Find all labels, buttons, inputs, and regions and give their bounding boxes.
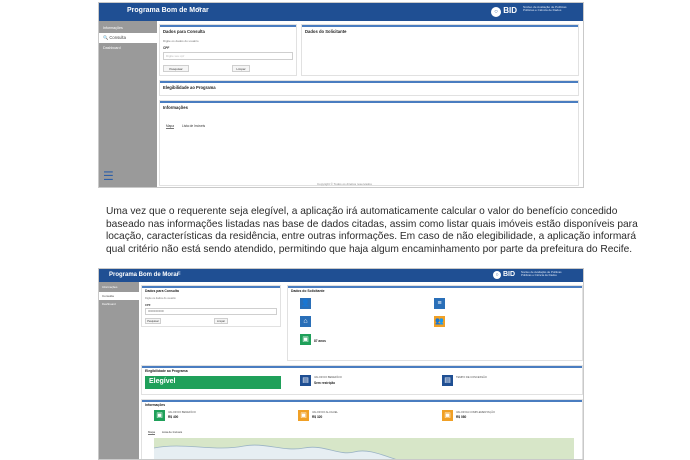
list-icon: ≡	[434, 298, 445, 309]
paragraph-line: Uma vez que o requerente seja elegível, …	[106, 206, 618, 217]
elegibilidade-panel: Elegibilidade ao Programa Elegível ▤ VAL…	[141, 365, 583, 395]
info-tile-value: R$ 400	[168, 415, 179, 419]
body-paragraph: Uma vez que o requerente seja elegível, …	[106, 206, 638, 256]
paragraph-line: baseado nas informações listadas nas bas…	[106, 218, 638, 230]
main-area: Dados para Consulta Digite os dados do u…	[139, 282, 583, 459]
clipboard-icon: ▤	[300, 375, 311, 386]
panel-title: Dados para Consulta	[145, 289, 179, 293]
cash-icon: ▣	[154, 410, 165, 421]
panel-accent-bar	[160, 81, 578, 83]
sidebar-item-consulta[interactable]: 🔍 Consulta	[99, 33, 157, 43]
top-bar: Programa Bom de Morar ≡ ○ BID Núcleo de …	[99, 269, 583, 282]
main-area: Dados para Consulta Digite os dados do u…	[157, 21, 583, 187]
document-icon: ▤	[442, 375, 453, 386]
dados-consulta-panel: Dados para Consulta Digite os dados do u…	[159, 24, 297, 76]
info-tile-value: R$ 080	[456, 415, 467, 419]
panel-title: Dados do Solicitante	[291, 289, 325, 293]
panel-accent-bar	[288, 286, 582, 288]
paragraph-line: qual critério não está sendo atendido, p…	[106, 243, 633, 255]
home-icon: ⌂	[300, 316, 311, 327]
cpf-input[interactable]: Digite seu cpf	[163, 52, 293, 60]
eleg-tile-label: TEMPO DE CONCESSÃO	[456, 376, 487, 379]
map-view[interactable]	[154, 438, 574, 459]
panel-accent-bar	[160, 25, 296, 27]
sidebar-item-dashboard[interactable]: Dashboard	[99, 44, 157, 53]
info-tile-value: R$ 320	[312, 415, 323, 419]
limpar-button[interactable]: Limpar	[232, 65, 250, 72]
cpf-input[interactable]: 00000000000	[145, 308, 277, 315]
eleg-tile-label: VALOR DO BENEFÍCIO	[314, 376, 342, 379]
menu-toggle-icon[interactable]: ≡	[177, 271, 181, 277]
dados-solicitante-panel: Dados do Solicitante 👤 ≡ ⌂ 👥 ▣ 87 anos	[287, 285, 583, 361]
idade-value: 87 anos	[314, 339, 326, 343]
money-icon: ▣	[300, 334, 311, 345]
hint-text: Digite os dados do usuário	[163, 39, 199, 43]
cpf-label: CPF	[163, 46, 170, 50]
panel-accent-bar	[160, 101, 578, 103]
informacoes-panel: Informações ▣ VALOR DO BENEFÍCIO R$ 400 …	[141, 399, 583, 459]
bid-logo: ○ BID	[491, 6, 517, 17]
elegivel-status-badge: Elegível	[145, 376, 281, 389]
screenshot-consulta-resultado: Programa Bom de Morar ≡ ○ BID Núcleo de …	[98, 268, 584, 460]
pesquisar-button[interactable]: Pesquisar	[163, 65, 189, 72]
bid-logo: ○ BID	[493, 271, 515, 279]
dados-solicitante-panel: Dados do Solicitante	[301, 24, 579, 76]
cash-icon: ▣	[298, 410, 309, 421]
panel-title: Elegibilidade ao Programa	[145, 369, 188, 373]
screenshot-consulta-vazia: Programa Bom de Morar ≡ ○ BID Núcleo de …	[98, 2, 584, 188]
panel-title: Dados para Consulta	[163, 29, 205, 34]
info-tile-label: VALOR DO BENEFÍCIO	[168, 411, 196, 414]
menu-toggle-icon[interactable]: ≡	[197, 6, 201, 13]
informacoes-panel: Informações Mapa Lista de Imóveis	[159, 100, 579, 186]
pesquisar-button[interactable]: Pesquisar	[145, 318, 161, 324]
app-title: Programa Bom de Morar	[109, 272, 180, 278]
tab-lista-imoveis[interactable]: Lista de Imóveis	[162, 430, 182, 434]
sidebar: Informações 🔍 Consulta Dashboard ☰	[99, 21, 157, 187]
panel-accent-bar	[142, 286, 280, 288]
footer-copyright: Copyright © Todos os direitos reservados	[317, 182, 372, 186]
sidebar-item-informacoes[interactable]: Informações	[99, 284, 139, 291]
bid-subtitle: Núcleo de Avaliação de Políticas Públicas…	[521, 270, 562, 278]
panel-title: Informações	[145, 403, 166, 407]
cash-icon: ▣	[442, 410, 453, 421]
tab-mapa[interactable]: Mapa	[148, 430, 155, 435]
user-icon: 👤	[300, 298, 311, 309]
sidebar-menu-icon[interactable]: ☰	[103, 169, 114, 183]
panel-title: Informações	[163, 105, 188, 110]
sidebar-item-consulta[interactable]: Consulta	[99, 292, 139, 300]
map-coastline	[154, 438, 574, 459]
sidebar-item-informacoes[interactable]: Informações	[99, 24, 157, 33]
paragraph-line: locação, características da residência, …	[106, 231, 637, 243]
panel-title: Elegibilidade ao Programa	[163, 85, 216, 90]
panel-accent-bar	[302, 25, 578, 27]
panel-accent-bar	[142, 366, 582, 368]
top-bar: Programa Bom de Morar ≡ ○ BID Núcleo de …	[99, 3, 583, 21]
elegibilidade-panel: Elegibilidade ao Programa	[159, 80, 579, 96]
limpar-button[interactable]: Limpar	[214, 318, 228, 324]
info-tile-label: VALOR DO ALUGUEL	[312, 411, 338, 414]
info-tile-label: VALOR DA COMPLEMENTAÇÃO	[456, 411, 495, 414]
panel-title: Dados do Solicitante	[305, 29, 347, 34]
dados-consulta-panel: Dados para Consulta Digite os dados do u…	[141, 285, 281, 327]
sidebar: Informações Consulta Dashboard	[99, 282, 139, 459]
bid-subtitle: Núcleo de Avaliação de Políticas Públicas…	[523, 5, 567, 13]
panel-accent-bar	[142, 400, 582, 402]
sidebar-item-dashboard[interactable]: Dashboard	[99, 301, 139, 308]
tab-lista-imoveis[interactable]: Lista de Imóveis	[182, 124, 205, 128]
tab-mapa[interactable]: Mapa	[166, 124, 174, 129]
hint-text: Digite os dados do usuário	[145, 297, 176, 300]
family-icon: 👥	[434, 316, 445, 327]
cpf-label: CPF	[145, 303, 151, 307]
eleg-tile-value: Sem restrição	[314, 381, 336, 385]
